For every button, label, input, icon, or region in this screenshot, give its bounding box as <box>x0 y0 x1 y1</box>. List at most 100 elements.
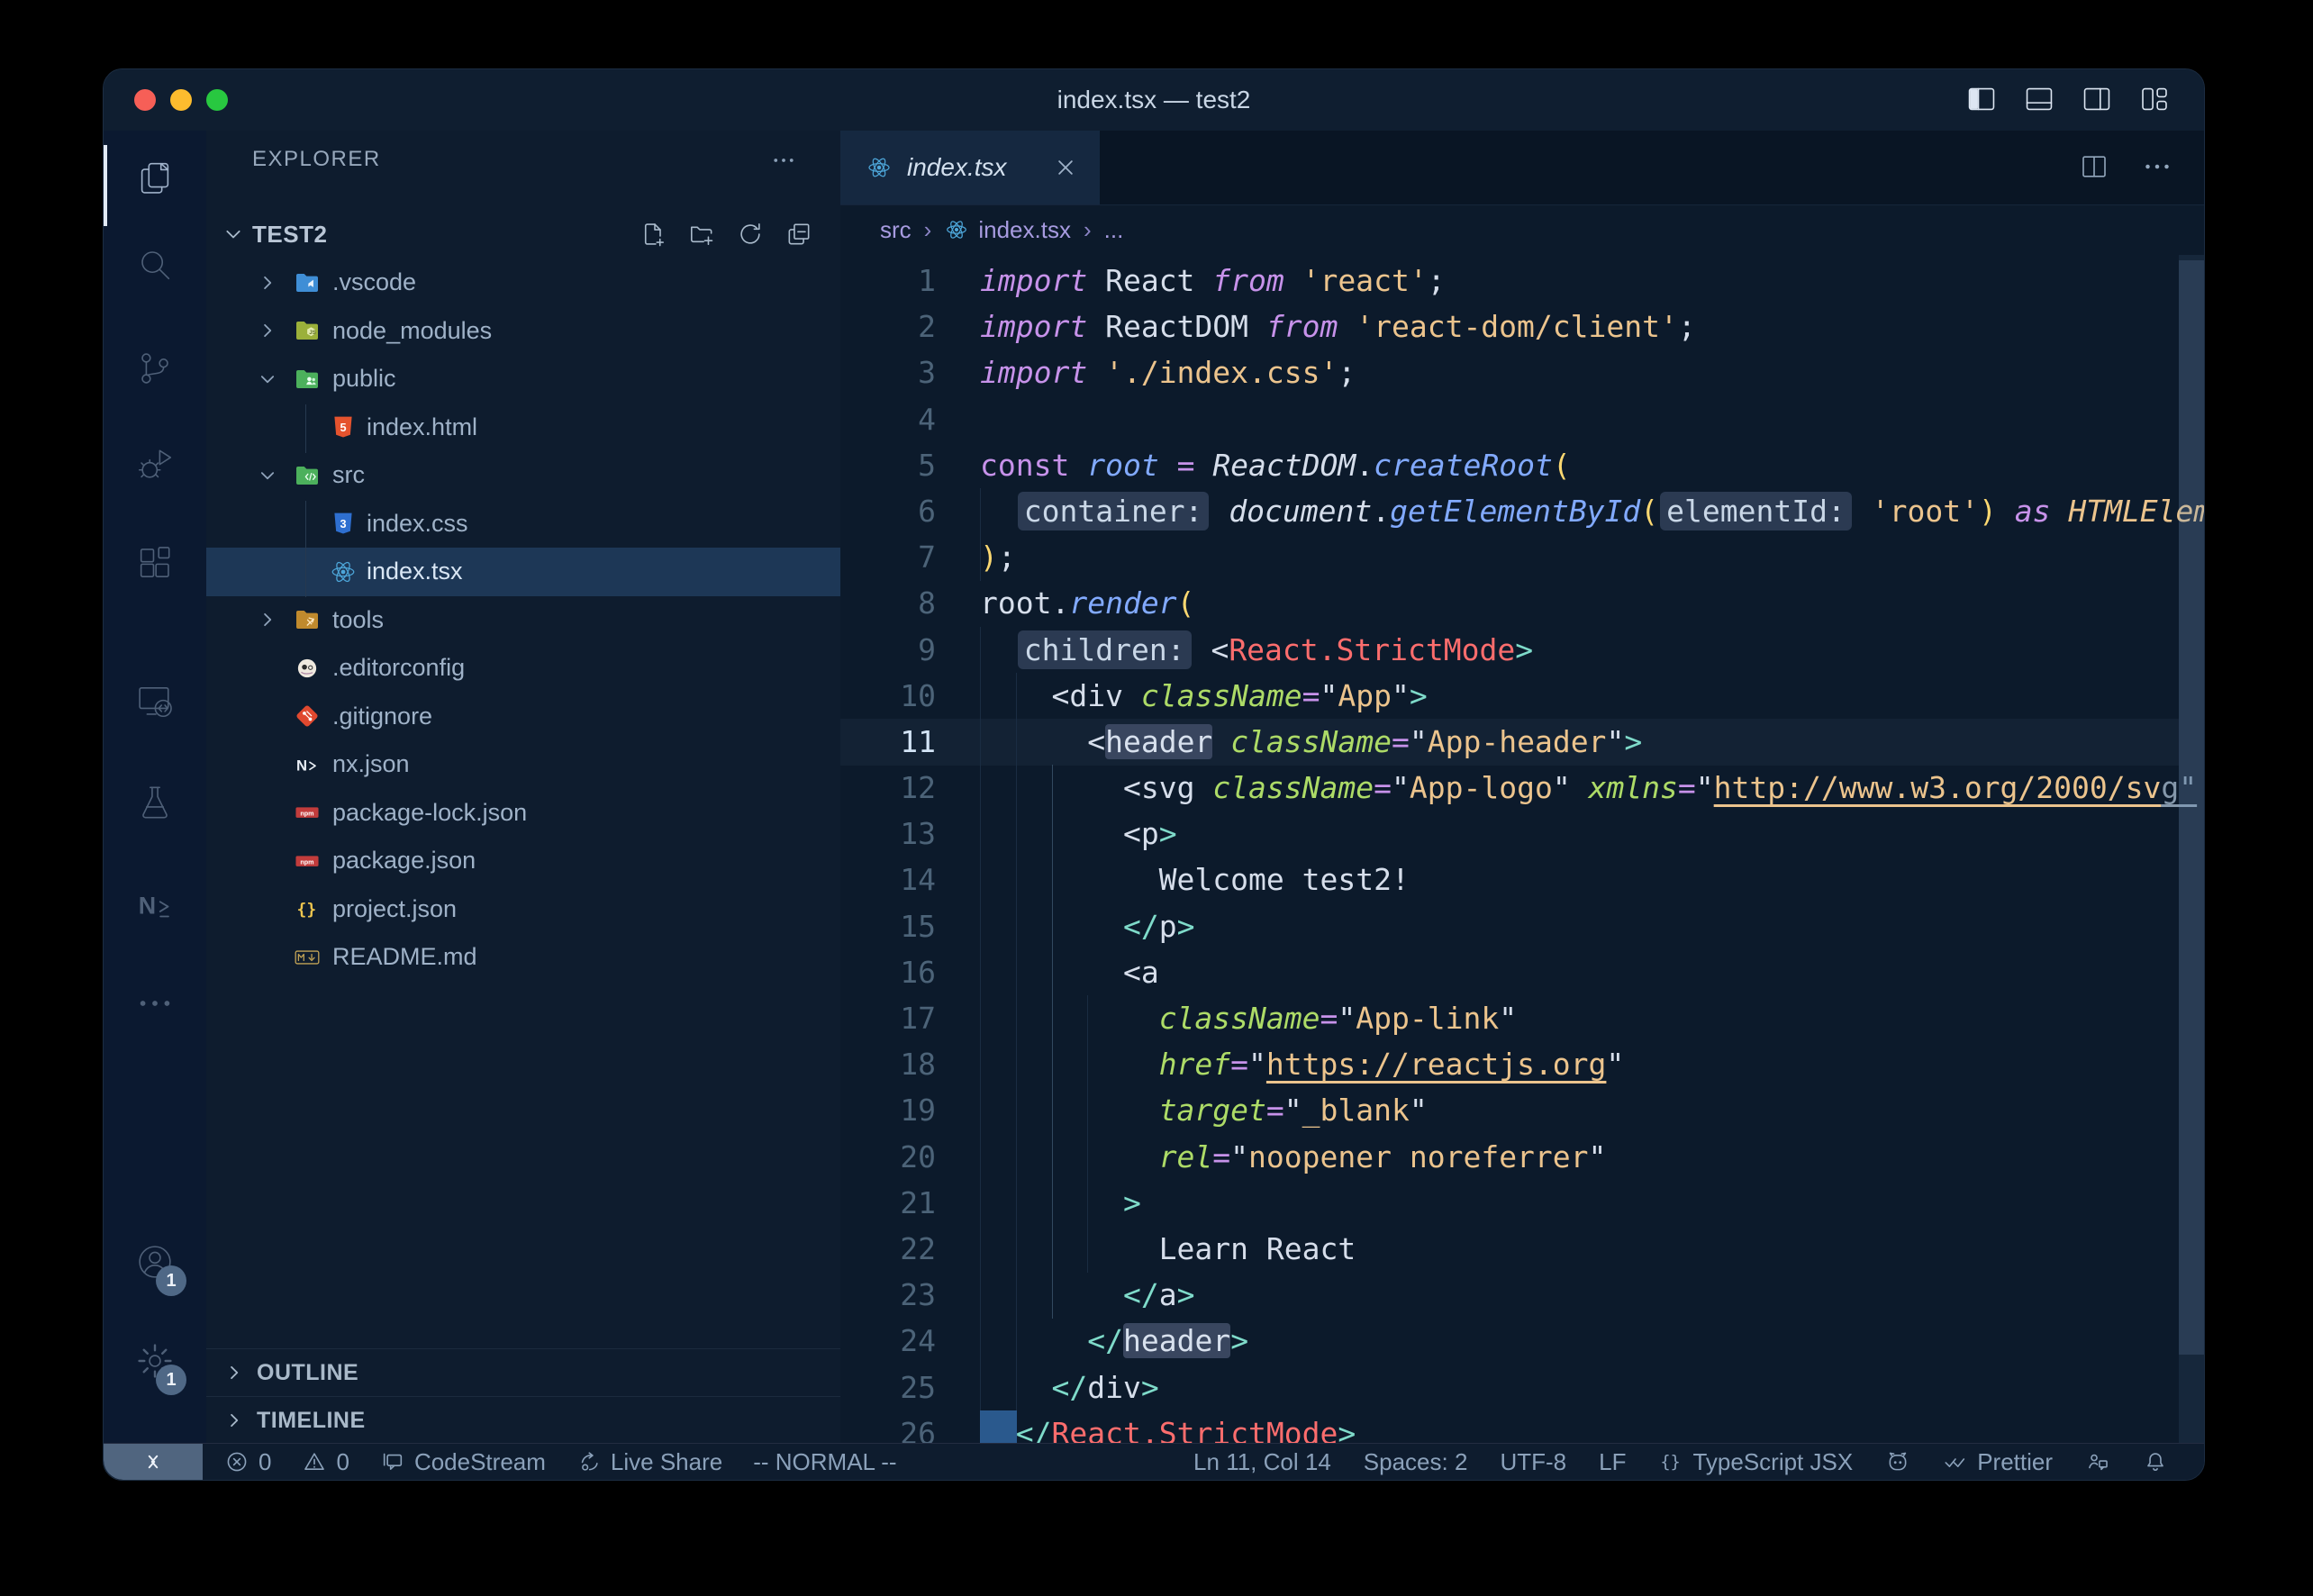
editor-scrollbar[interactable] <box>2179 255 2204 1444</box>
layout-sidebar-right-button[interactable] <box>2080 82 2114 121</box>
status-0[interactable]: 0 <box>302 1448 349 1476</box>
code-line-18[interactable]: href="https://reactjs.org" <box>980 1041 2204 1087</box>
code-line-1[interactable]: import React from 'react'; <box>980 258 2204 304</box>
layout-panel-button[interactable] <box>2022 82 2056 121</box>
split-editor-button[interactable] <box>2078 150 2110 187</box>
tree-item--vscode[interactable]: .vscode <box>206 258 840 307</box>
layout-sidebar-right-icon <box>2080 82 2114 116</box>
code-line-9[interactable]: children: <React.StrictMode> <box>980 627 2204 673</box>
breadcrumb-item[interactable]: src <box>880 216 912 244</box>
status-utf-8[interactable]: UTF-8 <box>1500 1448 1566 1476</box>
activity-item-more-views[interactable] <box>104 960 206 1047</box>
code-line-8[interactable]: root.render( <box>980 580 2204 626</box>
code-line-12[interactable]: <svg className="App-logo" xmlns="http://… <box>980 765 2204 811</box>
npm-icon: npm <box>293 847 322 875</box>
breadcrumb-item[interactable]: ... <box>1104 216 1124 244</box>
remote-indicator[interactable] <box>104 1444 203 1480</box>
status-prettier[interactable]: Prettier <box>1943 1448 2053 1476</box>
code-token <box>980 1139 1159 1174</box>
status-0[interactable]: 0 <box>224 1448 271 1476</box>
code-line-25[interactable]: </div> <box>980 1365 2204 1410</box>
tree-item-package-json[interactable]: npmpackage.json <box>206 837 840 885</box>
workspace-section-header[interactable]: TEST2 <box>206 210 840 258</box>
status-feedback[interactable] <box>2085 1449 2110 1474</box>
code-line-7[interactable]: ); <box>980 534 2204 580</box>
tree-item-src[interactable]: src <box>206 451 840 500</box>
collapse-all-button[interactable] <box>785 220 813 253</box>
status-codestream[interactable]: CodeStream <box>380 1448 546 1476</box>
new-file-button[interactable] <box>639 220 667 253</box>
activity-item-extensions[interactable] <box>104 521 206 607</box>
activity-item-source-control[interactable] <box>104 325 206 412</box>
code-line-15[interactable]: </p> <box>980 903 2204 949</box>
activity-item-search[interactable] <box>104 222 206 308</box>
code-line-22[interactable]: Learn React <box>980 1226 2204 1272</box>
file-label: project.json <box>332 895 457 923</box>
tree-item-project-json[interactable]: {}project.json <box>206 885 840 934</box>
code-area[interactable]: 1234567891011121314151617181920212223242… <box>840 255 2204 1444</box>
tree-item-readme-md[interactable]: README.md <box>206 933 840 982</box>
code-line-10[interactable]: <div className="App"> <box>980 673 2204 719</box>
sidebar-panel-outline[interactable]: OUTLINE <box>206 1348 840 1397</box>
code-line-2[interactable]: import ReactDOM from 'react-dom/client'; <box>980 304 2204 349</box>
tree-item-index-css[interactable]: 3index.css <box>206 500 840 549</box>
code-token <box>1212 724 1230 759</box>
status-spaces-2[interactable]: Spaces: 2 <box>1364 1448 1468 1476</box>
code-line-3[interactable]: import './index.css'; <box>980 349 2204 395</box>
tree-item-tools[interactable]: tools <box>206 596 840 645</box>
code-line-4[interactable] <box>980 396 2204 442</box>
code-line-21[interactable]: > <box>980 1180 2204 1226</box>
status-typescript-jsx[interactable]: {}TypeScript JSX <box>1658 1448 1853 1476</box>
tree-item--gitignore[interactable]: .gitignore <box>206 693 840 741</box>
explorer-more-actions-button[interactable] <box>770 147 797 174</box>
tree-item-index-tsx[interactable]: index.tsx <box>206 548 840 596</box>
code-token: const <box>980 448 1087 483</box>
code-line-6[interactable]: container: document.getElementById(eleme… <box>980 488 2204 534</box>
tree-item-index-html[interactable]: 5index.html <box>206 404 840 452</box>
ellipsis-button[interactable] <box>2141 150 2173 187</box>
tree-item--editorconfig[interactable]: .editorconfig <box>206 644 840 693</box>
status-live-share[interactable]: Live Share <box>576 1448 722 1476</box>
tree-item-node-modules[interactable]: JSnode_modules <box>206 307 840 356</box>
activity-item-settings[interactable]: 1 <box>104 1318 206 1404</box>
breadcrumb-item[interactable]: index.tsx <box>944 216 1071 244</box>
status-normal[interactable]: -- NORMAL -- <box>753 1448 896 1476</box>
activity-item-testing[interactable] <box>104 759 206 846</box>
layout-sidebar-left-button[interactable] <box>1964 82 1999 121</box>
code-line-24[interactable]: </header> <box>980 1318 2204 1364</box>
code-line-5[interactable]: const root = ReactDOM.createRoot( <box>980 442 2204 488</box>
code-line-14[interactable]: Welcome test2! <box>980 857 2204 902</box>
code-token: ; <box>1428 263 1446 298</box>
sidebar-panel-timeline[interactable]: TIMELINE <box>206 1396 840 1445</box>
activity-item-explorer[interactable] <box>104 135 206 222</box>
tree-item-public[interactable]: public <box>206 355 840 404</box>
code-line-26[interactable]: </React.StrictMode> <box>980 1410 2204 1444</box>
tree-item-nx-json[interactable]: Nnx.json <box>206 740 840 789</box>
scrollbar-slider[interactable] <box>2179 260 2204 1355</box>
activity-item-nx-console[interactable]: N <box>104 863 206 949</box>
code-line-13[interactable]: <p> <box>980 811 2204 857</box>
tab-index-tsx[interactable]: index.tsx <box>840 131 1100 204</box>
refresh-button[interactable] <box>736 220 765 253</box>
code-line-17[interactable]: className="App-link" <box>980 995 2204 1041</box>
tree-item-package-lock-json[interactable]: npmpackage-lock.json <box>206 789 840 838</box>
code-line-16[interactable]: <a <box>980 949 2204 995</box>
close-tab-icon[interactable] <box>1027 154 1054 181</box>
status-ln-11-col-14[interactable]: Ln 11, Col 14 <box>1193 1448 1331 1476</box>
chev-down-icon <box>256 464 279 487</box>
status-lf[interactable]: LF <box>1599 1448 1626 1476</box>
code-line-23[interactable]: </a> <box>980 1272 2204 1318</box>
layout-customize-button[interactable] <box>2137 82 2172 121</box>
code-token: getElementById <box>1390 494 1640 529</box>
new-folder-button[interactable] <box>687 220 716 253</box>
code-line-11[interactable]: <header className="App-header"> <box>980 719 2204 765</box>
code-line-19[interactable]: target="_blank" <box>980 1087 2204 1133</box>
code-line-20[interactable]: rel="noopener noreferrer" <box>980 1134 2204 1180</box>
activity-item-run-debug[interactable] <box>104 422 206 508</box>
activity-item-remote-explorer[interactable] <box>104 657 206 744</box>
line-number-gutter[interactable]: 1234567891011121314151617181920212223242… <box>840 258 936 1444</box>
status-octoface[interactable] <box>1885 1449 1910 1474</box>
status-bell[interactable] <box>2143 1449 2168 1474</box>
activity-item-accounts[interactable]: 1 <box>104 1219 206 1305</box>
code-token: './index.css' <box>1105 355 1338 390</box>
